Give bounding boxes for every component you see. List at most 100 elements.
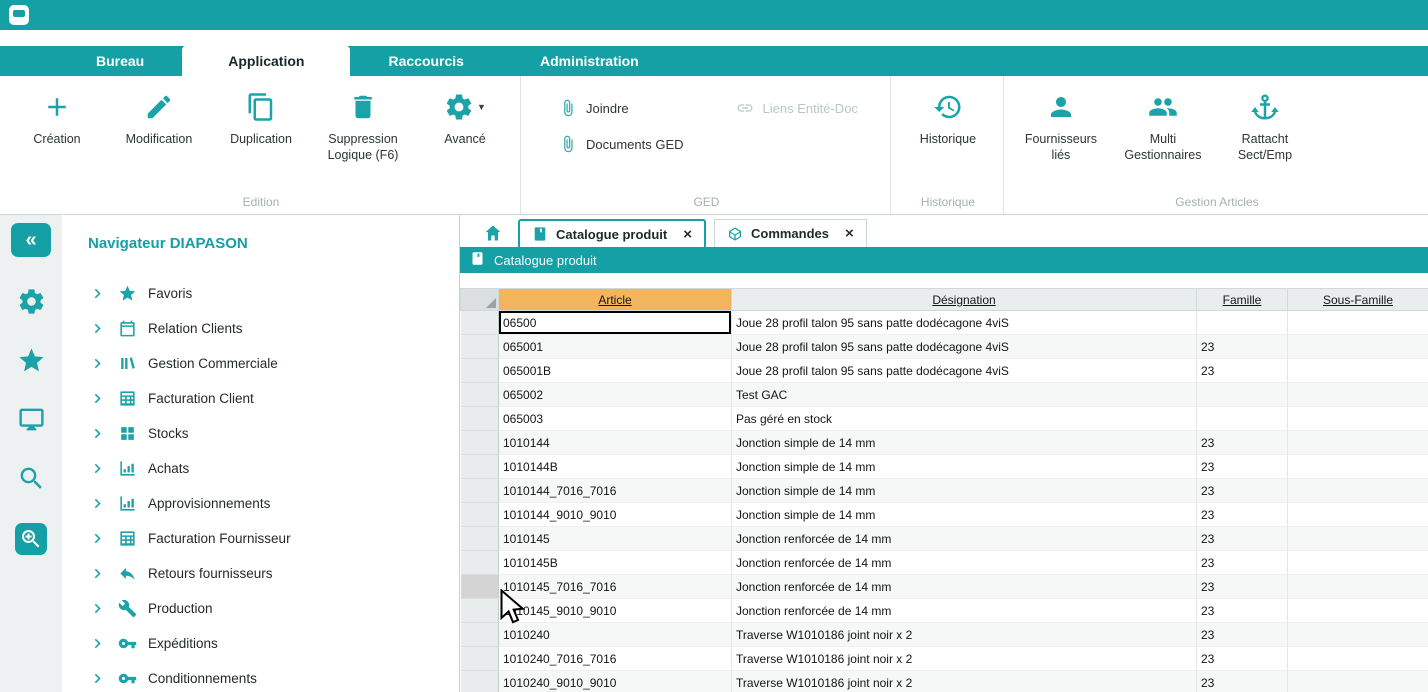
table-cell[interactable]: Jonction simple de 14 mm [732, 455, 1197, 479]
rail-search-icon[interactable] [17, 464, 46, 493]
tab-commandes[interactable]: Commandes× [714, 219, 867, 247]
table-cell[interactable]: Traverse W1010186 joint noir x 2 [732, 671, 1197, 692]
table-cell[interactable]: 065003 [499, 407, 732, 431]
ribbon-button-creation[interactable]: Création [6, 80, 108, 147]
chevron-right-icon[interactable] [88, 494, 107, 513]
table-cell[interactable]: 23 [1197, 527, 1288, 551]
tab-catalogue-produit[interactable]: Catalogue produit× [518, 219, 706, 247]
sidebar-item-retours-fournisseurs[interactable]: Retours fournisseurs [88, 556, 459, 591]
ribbon-button-suppression-logique-f6[interactable]: SuppressionLogique (F6) [312, 80, 414, 164]
table-cell[interactable] [1197, 407, 1288, 431]
table-cell[interactable]: 23 [1197, 455, 1288, 479]
sidebar-item-facturation-fournisseur[interactable]: Facturation Fournisseur [88, 521, 459, 556]
table-row[interactable]: 065001Joue 28 profil talon 95 sans patte… [461, 335, 1428, 359]
close-icon[interactable]: × [683, 226, 692, 243]
table-cell[interactable]: 065001B [499, 359, 732, 383]
table-cell[interactable]: 1010145_7016_7016 [499, 575, 732, 599]
ribbon-button-rattacht-sect-emp[interactable]: RattachtSect/Emp [1214, 80, 1316, 164]
table-cell[interactable]: Jonction renforcée de 14 mm [732, 575, 1197, 599]
sidebar-item-facturation-client[interactable]: Facturation Client [88, 381, 459, 416]
row-selector[interactable] [461, 551, 499, 575]
table-cell[interactable]: 1010240_9010_9010 [499, 671, 732, 692]
ribbon-tab-application[interactable]: Application [182, 46, 350, 76]
table-cell[interactable] [1288, 599, 1428, 623]
table-cell[interactable]: 23 [1197, 551, 1288, 575]
chevron-right-icon[interactable] [88, 529, 107, 548]
chevron-right-icon[interactable] [88, 599, 107, 618]
sidebar-item-achats[interactable]: Achats [88, 451, 459, 486]
table-cell[interactable]: Jonction simple de 14 mm [732, 479, 1197, 503]
table-row[interactable]: 1010145Jonction renforcée de 14 mm23 [461, 527, 1428, 551]
row-selector[interactable] [461, 647, 499, 671]
table-cell[interactable]: 1010240 [499, 623, 732, 647]
rail-star-icon[interactable] [17, 346, 46, 375]
sidebar-item-stocks[interactable]: Stocks [88, 416, 459, 451]
row-selector[interactable] [461, 527, 499, 551]
table-cell[interactable]: Jonction simple de 14 mm [732, 431, 1197, 455]
row-selector[interactable] [461, 623, 499, 647]
chevron-right-icon[interactable] [88, 459, 107, 478]
table-cell[interactable]: 1010145_9010_9010 [499, 599, 732, 623]
chevron-right-icon[interactable] [88, 634, 107, 653]
ribbon-button-documents-ged[interactable]: Documents GED [559, 135, 684, 153]
ribbon-button-joindre[interactable]: Joindre [559, 99, 684, 117]
table-row[interactable]: 1010240Traverse W1010186 joint noir x 22… [461, 623, 1428, 647]
chevron-right-icon[interactable] [88, 319, 107, 338]
rail-monitor-icon[interactable] [17, 405, 46, 434]
table-cell[interactable] [1288, 335, 1428, 359]
table-cell[interactable]: Jonction renforcée de 14 mm [732, 599, 1197, 623]
table-cell[interactable]: Test GAC [732, 383, 1197, 407]
row-selector[interactable] [461, 575, 499, 599]
rail-search-advanced-icon[interactable] [15, 523, 47, 555]
table-row[interactable]: 1010145_7016_7016Jonction renforcée de 1… [461, 575, 1428, 599]
sidebar-item-conditionnements[interactable]: Conditionnements [88, 661, 459, 692]
table-cell[interactable] [1288, 407, 1428, 431]
rail-gear-icon[interactable] [17, 287, 46, 316]
table-cell[interactable]: 23 [1197, 647, 1288, 671]
table-cell[interactable] [1197, 383, 1288, 407]
sidebar-item-expeditions[interactable]: Expéditions [88, 626, 459, 661]
ribbon-tab-bureau[interactable]: Bureau [58, 46, 182, 76]
table-row[interactable]: 065002Test GAC [461, 383, 1428, 407]
row-selector[interactable] [461, 407, 499, 431]
table-cell[interactable]: 23 [1197, 503, 1288, 527]
table-cell[interactable] [1288, 479, 1428, 503]
table-cell[interactable]: 23 [1197, 431, 1288, 455]
table-cell[interactable]: 1010145 [499, 527, 732, 551]
collapse-sidebar-button[interactable]: « [11, 223, 51, 257]
ribbon-button-fournisseurs-lies[interactable]: Fournisseursliés [1010, 80, 1112, 164]
table-cell[interactable] [1288, 455, 1428, 479]
close-icon[interactable]: × [845, 225, 854, 242]
table-row[interactable]: 1010240_9010_9010Traverse W1010186 joint… [461, 671, 1428, 692]
sidebar-item-approvisionnements[interactable]: Approvisionnements [88, 486, 459, 521]
table-cell[interactable]: 1010145B [499, 551, 732, 575]
table-cell[interactable] [1288, 527, 1428, 551]
table-cell[interactable]: Jonction renforcée de 14 mm [732, 551, 1197, 575]
table-row[interactable]: 1010145_9010_9010Jonction renforcée de 1… [461, 599, 1428, 623]
home-tab[interactable] [476, 219, 510, 247]
row-selector[interactable] [461, 335, 499, 359]
table-cell[interactable] [1288, 431, 1428, 455]
table-row[interactable]: 065003Pas géré en stock [461, 407, 1428, 431]
table-row[interactable]: 065001BJoue 28 profil talon 95 sans patt… [461, 359, 1428, 383]
table-row[interactable]: 06500Joue 28 profil talon 95 sans patte … [461, 311, 1428, 335]
table-cell[interactable]: Traverse W1010186 joint noir x 2 [732, 623, 1197, 647]
table-row[interactable]: 1010144Jonction simple de 14 mm23 [461, 431, 1428, 455]
table-cell[interactable]: 23 [1197, 479, 1288, 503]
table-cell[interactable] [1288, 647, 1428, 671]
ribbon-button-modification[interactable]: Modification [108, 80, 210, 147]
table-cell[interactable] [1197, 311, 1288, 335]
table-cell[interactable]: 23 [1197, 599, 1288, 623]
table-cell[interactable]: 065001 [499, 335, 732, 359]
table-cell[interactable] [1288, 671, 1428, 692]
sidebar-item-relation-clients[interactable]: Relation Clients [88, 311, 459, 346]
table-cell[interactable]: 06500 [499, 311, 732, 335]
table-cell[interactable]: 1010144_7016_7016 [499, 479, 732, 503]
chevron-right-icon[interactable] [88, 564, 107, 583]
table-cell[interactable]: 1010144 [499, 431, 732, 455]
chevron-right-icon[interactable] [88, 354, 107, 373]
sidebar-item-favoris[interactable]: Favoris [88, 276, 459, 311]
table-cell[interactable]: Joue 28 profil talon 95 sans patte dodéc… [732, 311, 1197, 335]
row-selector[interactable] [461, 359, 499, 383]
chevron-right-icon[interactable] [88, 669, 107, 688]
